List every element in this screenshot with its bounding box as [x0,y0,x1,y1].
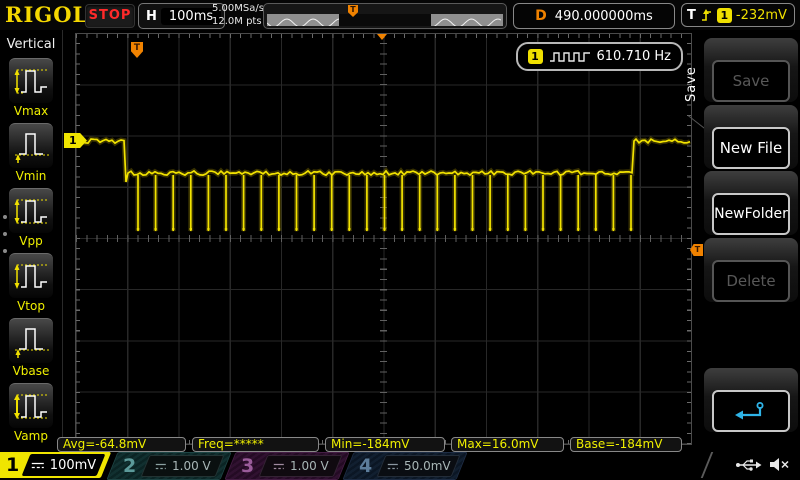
menu-item-vmin[interactable]: Vmin [0,123,62,183]
sample-rate: 5.00MSa/s [212,2,264,15]
softkey-slot: Save [704,38,798,102]
frequency-value: 610.710 Hz [597,49,672,64]
vbase-icon [9,318,53,363]
delay-label: D [535,8,547,24]
menu-item-vtop[interactable]: Vtop [0,253,62,313]
softkey-slot [704,368,798,432]
channel3-status[interactable]: 3 1.00 V [224,452,349,480]
return-arrow-icon [734,400,768,422]
menu-item-vpp[interactable]: Vpp [0,188,62,248]
delete-button[interactable]: Delete [712,260,790,302]
channel2-status[interactable]: 2 1.00 V [106,452,231,480]
channel1-scale: 100mV [50,458,96,473]
channel1-status[interactable]: 1 100mV [0,452,111,478]
vertical-measure-menu: Vertical Vmax Vmin [0,30,63,450]
statusbar-divider [701,452,714,478]
trigger-center-marker [377,34,387,40]
new-file-button[interactable]: New File [712,127,790,169]
channel4-status[interactable]: 4 50.0mV [342,452,467,480]
menu-item-label: Vamp [0,429,62,443]
menu-page-dots [3,202,7,266]
memory-position-thumbnail: T [263,3,507,29]
vmax-icon [9,58,53,103]
trigger-label: T [687,8,696,23]
new-folder-button[interactable]: NewFolder [712,193,790,235]
acquisition-readout: 5.00MSa/s 12.0M pts [212,2,264,28]
coupling-icon [273,462,285,471]
square-wave-icon [549,50,591,63]
memory-depth: 12.0M pts [212,15,264,28]
channel-status-bar: 1 100mV 2 1.00 V 3 [0,450,800,480]
vamp-icon [9,383,53,428]
delay-readout: D 490.000000ms [513,3,675,29]
channel1-number: 1 [6,452,19,478]
frequency-counter: 1 610.710 Hz [516,42,684,71]
vmin-icon [9,123,53,168]
rigol-logo: RIGOL [5,2,88,27]
usb-icon [735,457,762,472]
measurement-avg: Avg=-64.8mV [57,437,186,452]
channel4-number: 4 [359,453,372,479]
menu-item-vamp[interactable]: Vamp [0,383,62,443]
softkey-slot: New File [704,105,798,169]
channel3-number: 3 [241,453,254,479]
menu-item-label: Vmin [0,169,62,183]
menu-item-label: Vpp [0,234,62,248]
coupling-icon [387,462,399,471]
measurement-min: Min=-184mV [325,437,445,452]
trigger-readout: T 1 -232mV [681,3,795,27]
trigger-level-value: -232mV [736,8,787,23]
oscilloscope-screen: RIGOL STOP H 100ms 5.00MSa/s 12.0M pts T… [0,0,800,480]
coupling-icon [155,462,167,471]
coupling-icon [31,461,45,470]
softkey-slot: Delete [704,238,798,302]
speaker-muted-icon [769,457,790,472]
memory-band [267,14,503,26]
channel2-scale: 1.00 V [172,459,211,473]
menu-item-label: Vbase [0,364,62,378]
measurement-freq: Freq=***** [192,437,319,452]
save-button[interactable]: Save [712,60,790,102]
channel2-number: 2 [123,453,136,479]
vpp-icon [9,188,53,233]
measurement-results-bar: Avg=-64.8mV Freq=***** Min=-184mV Max=16… [57,437,682,452]
menu-title: Vertical [0,37,62,52]
channel4-scale: 50.0mV [404,459,451,473]
menu-tab-save: Save [684,52,700,116]
back-button[interactable] [712,390,790,432]
rising-edge-icon [700,8,713,23]
run-state-indicator: STOP [85,4,135,28]
delay-value: 490.000000ms [555,9,653,24]
save-softkey-menu: Save Save New File NewFolder Delete [700,30,800,450]
vtop-icon [9,253,53,298]
softkey-slot: NewFolder [704,171,798,235]
trigger-source-badge: 1 [717,8,732,23]
waveform-display-area: 1 610.710 Hz [75,33,692,445]
horizontal-label: H [142,9,161,24]
top-status-bar: RIGOL STOP H 100ms 5.00MSa/s 12.0M pts T… [0,0,800,30]
channel3-scale: 1.00 V [290,459,329,473]
freq-channel-badge: 1 [528,49,543,64]
system-status-icons [735,457,790,472]
measurement-max: Max=16.0mV [451,437,564,452]
menu-item-vmax[interactable]: Vmax [0,58,62,118]
menu-item-label: Vtop [0,299,62,313]
channel1-waveform [76,34,691,444]
measurement-base: Base=-184mV [570,437,682,452]
menu-item-vbase[interactable]: Vbase [0,318,62,378]
menu-item-label: Vmax [0,104,62,118]
